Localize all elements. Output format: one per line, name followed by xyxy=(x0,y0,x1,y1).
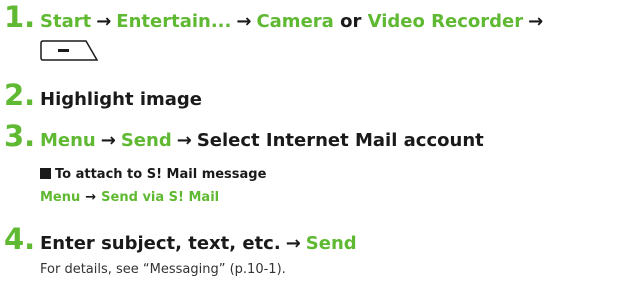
step-3: 3. Menu → Send → Select Internet Mail accoun… xyxy=(4,119,484,153)
right-softkey-icon xyxy=(40,40,98,61)
arrow-icon: → xyxy=(100,130,116,151)
arrow-icon: → xyxy=(96,11,112,32)
sub-heading-text: To attach to S! Mail message xyxy=(55,167,267,182)
video-recorder-label: Video Recorder xyxy=(367,11,524,32)
step-1: 1. Start → Entertain... → Camera or Video Re… xyxy=(4,0,548,34)
step-number: 2. xyxy=(4,78,36,112)
step-number: 4. xyxy=(4,222,36,256)
arrow-icon: → xyxy=(528,11,544,32)
step-2: 2. Highlight image xyxy=(4,78,202,112)
step-4-text: Enter subject, text, etc. → Send xyxy=(40,233,357,254)
highlight-image-label: Highlight image xyxy=(40,89,203,110)
step-3-text: Menu → Send → Select Internet Mail account xyxy=(40,130,484,151)
entertain-label: Entertain... xyxy=(116,11,232,32)
start-label: Start xyxy=(40,11,92,32)
arrow-icon: → xyxy=(285,233,301,254)
or-label: or xyxy=(340,11,362,32)
details-note: For details, see “Messaging” (p.10-1). xyxy=(40,262,286,277)
send-label: Send xyxy=(305,233,357,254)
arrow-icon: → xyxy=(176,130,192,151)
sub-instruction: Menu → Send via S! Mail xyxy=(40,190,219,205)
step-4: 4. Enter subject, text, etc. → Send xyxy=(4,222,357,256)
square-bullet-icon xyxy=(40,168,51,179)
menu-label: Menu xyxy=(40,130,96,151)
send-label: Send xyxy=(120,130,172,151)
arrow-icon: → xyxy=(236,11,252,32)
arrow-icon: → xyxy=(85,190,97,205)
sub-heading: To attach to S! Mail message xyxy=(40,167,266,182)
sub-menu-label: Menu xyxy=(40,190,81,205)
camera-label: Camera xyxy=(256,11,334,32)
select-account-label: Select Internet Mail account xyxy=(196,130,484,151)
step-1-text: Start → Entertain... → Camera or Video Recor… xyxy=(40,11,548,32)
step-number: 1. xyxy=(4,0,36,34)
send-via-smail-label: Send via S! Mail xyxy=(101,190,220,205)
enter-subject-label: Enter subject, text, etc. xyxy=(40,233,281,254)
step-number: 3. xyxy=(4,119,36,153)
